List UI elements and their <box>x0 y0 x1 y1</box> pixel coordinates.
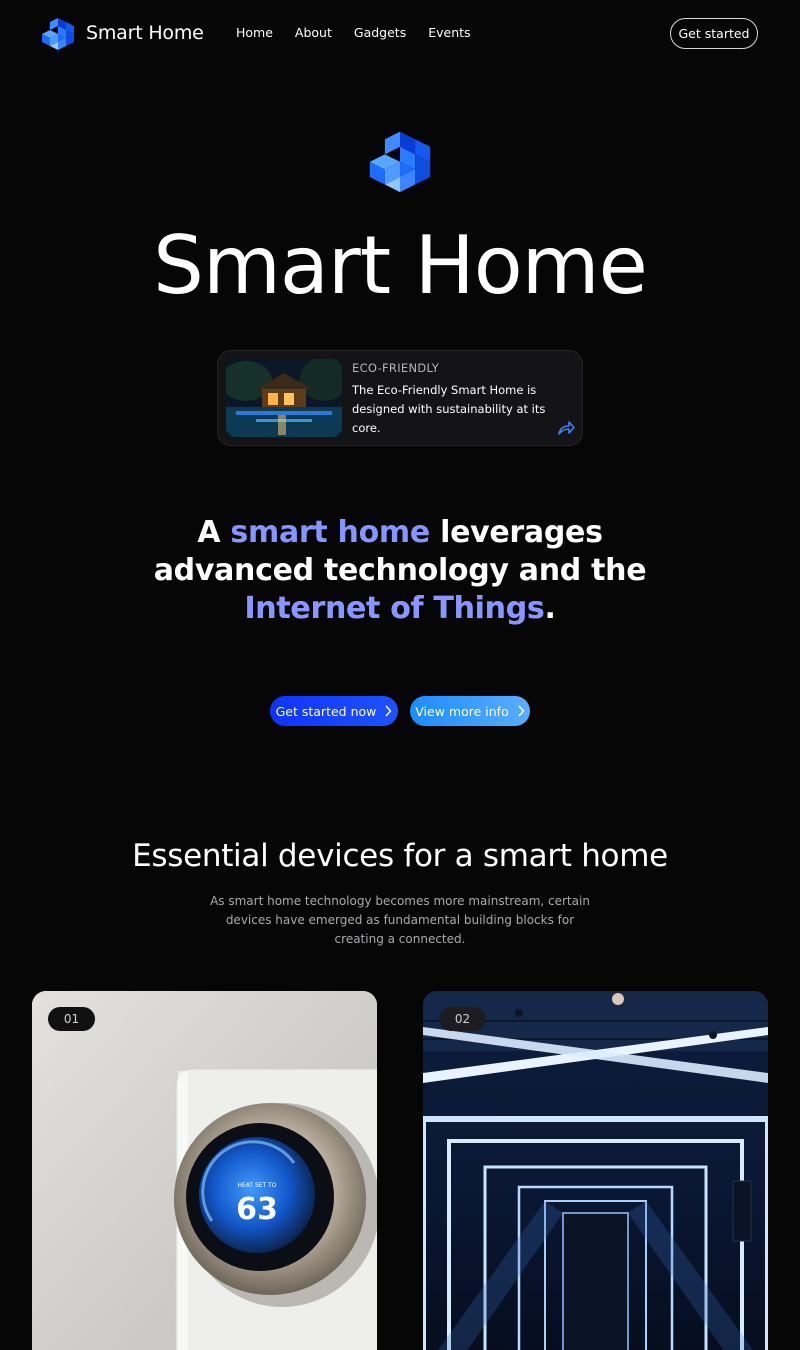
page: Smart Home Home About Gadgets Events Get… <box>0 0 800 1350</box>
device-index-badge: 02 <box>439 1007 486 1031</box>
view-more-info-button[interactable]: View more info <box>410 696 530 726</box>
nav-link-home[interactable]: Home <box>236 25 273 40</box>
stacked-cubes-logo-icon <box>42 18 74 50</box>
chevron-right-icon <box>518 705 525 717</box>
smart-lighting-corridor-image <box>423 991 768 1350</box>
headline-highlight-iot: Internet of Things <box>244 591 545 626</box>
get-started-button[interactable]: Get started <box>670 18 758 49</box>
feature-text: The Eco-Friendly Smart Home is designed … <box>352 383 546 435</box>
headline-highlight-smart-home: smart home <box>230 515 430 550</box>
thermostat-display-value: 63 <box>236 1192 278 1227</box>
nav-link-about[interactable]: About <box>295 25 332 40</box>
section-description: As smart home technology becomes more ma… <box>210 894 590 946</box>
device-index-badge: 01 <box>48 1007 95 1031</box>
brand-link[interactable]: Smart Home <box>40 16 204 50</box>
nav-link-gadgets[interactable]: Gadgets <box>354 25 406 40</box>
feature-tag: ECO-FRIENDLY <box>352 361 440 375</box>
section-title: Essential devices for a smart home <box>132 838 668 874</box>
hero-logo-icon <box>369 131 431 193</box>
share-arrow-icon[interactable] <box>557 420 575 436</box>
smart-thermostat-image: HEAT SET TO 63 <box>32 991 377 1350</box>
top-nav: Smart Home Home About Gadgets Events Get… <box>0 0 800 68</box>
headline-part3: . <box>544 591 556 626</box>
eco-friendly-card[interactable]: ECO-FRIENDLY The Eco-Friendly Smart Home… <box>217 350 583 446</box>
eco-house-image <box>226 359 342 437</box>
eco-home-thumbnail <box>226 359 342 437</box>
headline-part1: A <box>197 515 231 550</box>
brand-name: Smart Home <box>86 22 204 44</box>
device-card-thermostat[interactable]: HEAT SET TO 63 01 <box>32 991 377 1350</box>
hero-headline: A smart home leverages advanced technolo… <box>150 514 650 628</box>
chevron-right-icon <box>385 705 392 717</box>
view-more-info-label: View more info <box>415 703 509 719</box>
get-started-now-button[interactable]: Get started now <box>270 696 398 726</box>
hero-title: Smart Home <box>153 219 648 312</box>
get-started-now-label: Get started now <box>275 703 377 719</box>
nav-links: Home About Gadgets Events <box>236 25 471 40</box>
device-card-lighting[interactable]: 02 <box>423 991 768 1350</box>
nav-link-events[interactable]: Events <box>428 25 470 40</box>
thermostat-display-label: HEAT SET TO <box>237 1182 276 1189</box>
